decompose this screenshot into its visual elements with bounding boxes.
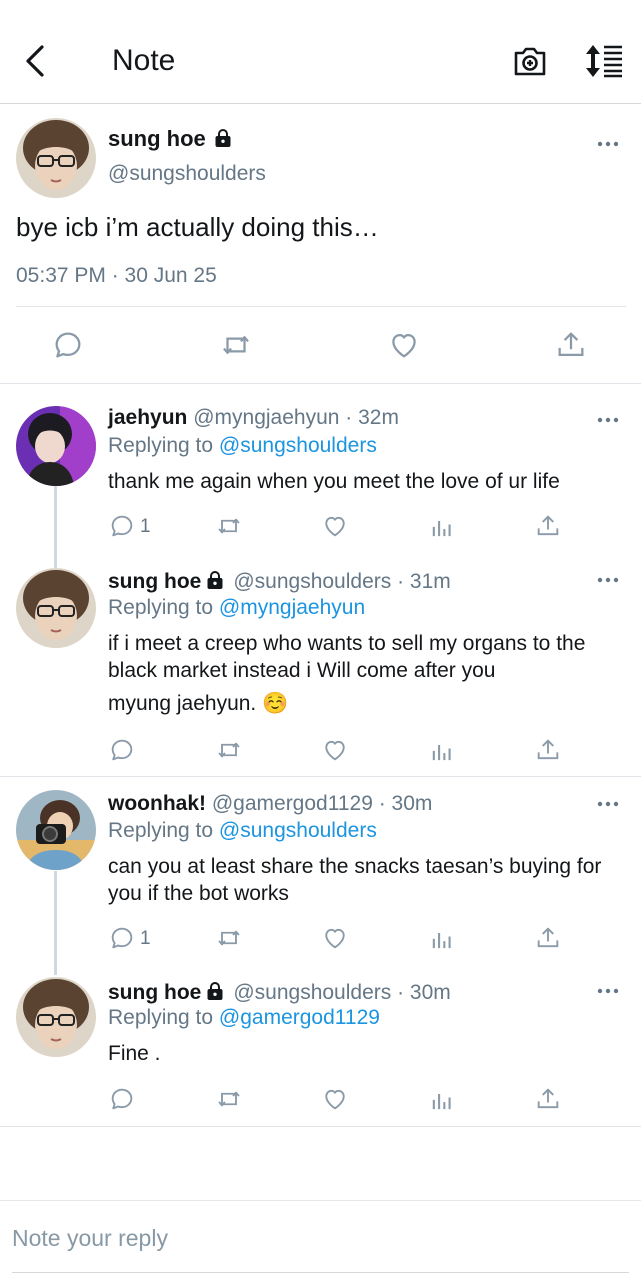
reply-input[interactable]: [12, 1218, 622, 1258]
like-icon[interactable]: [320, 924, 350, 952]
reply-count: 1: [140, 928, 151, 949]
camera-icon[interactable]: [512, 44, 548, 78]
divider: [0, 1200, 641, 1201]
reply-time: · 31m: [397, 570, 451, 593]
lock-icon: [205, 570, 225, 596]
lock-icon: [205, 981, 225, 1007]
reply-text: Fine .: [108, 1042, 161, 1065]
author-handle[interactable]: @sungshoulders: [233, 570, 391, 593]
like-icon[interactable]: [386, 328, 422, 362]
share-icon[interactable]: [533, 924, 563, 952]
stats-icon[interactable]: [427, 738, 457, 766]
mention-link[interactable]: @gamergod1129: [219, 1006, 380, 1029]
replying-to: Replying to @sungshoulders: [108, 819, 377, 843]
author-handle[interactable]: @sungshoulders: [233, 981, 391, 1004]
more-options-icon[interactable]: [597, 800, 619, 808]
input-underline: [12, 1272, 629, 1273]
renote-icon[interactable]: [218, 328, 254, 362]
reply-time: · 30m: [378, 792, 433, 815]
page-title: Note: [112, 44, 176, 77]
share-icon[interactable]: [553, 328, 589, 362]
reply-text-continued: myung jaehyun. ☺️: [108, 692, 289, 715]
reply-thread: jaehyun @myngjaehyun · 32m Replying to @…: [0, 384, 641, 776]
author-name[interactable]: sung hoe: [108, 981, 201, 1004]
more-options-icon[interactable]: [597, 576, 619, 584]
stats-icon[interactable]: [427, 514, 457, 542]
reply-text: can you at least share the snacks taesan…: [108, 855, 602, 905]
top-bar: Note: [0, 0, 641, 104]
note-text: bye icb i’m actually doing this…: [16, 212, 379, 242]
reply-count: 1: [140, 516, 151, 537]
author-name[interactable]: sung hoe: [108, 570, 201, 593]
reply-icon[interactable]: [107, 1085, 137, 1113]
share-icon[interactable]: [533, 736, 563, 764]
reply-icon[interactable]: [50, 328, 86, 362]
author-name[interactable]: woonhak!: [108, 792, 206, 815]
avatar[interactable]: [16, 977, 96, 1057]
mention-link[interactable]: @myngjaehyun: [219, 596, 365, 619]
divider: [0, 1126, 641, 1127]
chevron-left-icon[interactable]: [20, 44, 50, 78]
like-icon[interactable]: [320, 512, 350, 540]
reply-icon[interactable]: [107, 512, 137, 540]
reply-icon[interactable]: [107, 736, 137, 764]
reply-time: · 30m: [397, 981, 451, 1004]
replying-to: Replying to @myngjaehyun: [108, 596, 365, 620]
stats-icon[interactable]: [427, 926, 457, 954]
reply-header: sung hoe @sungshoulders · 30m: [108, 981, 451, 1007]
reply-text: thank me again when you meet the love of…: [108, 470, 560, 493]
mention-link[interactable]: @sungshoulders: [219, 434, 377, 457]
more-options-icon[interactable]: [597, 987, 619, 995]
thread-line: [54, 486, 57, 568]
author-name[interactable]: jaehyun: [108, 406, 187, 429]
replying-label: Replying to: [108, 819, 219, 842]
author-handle[interactable]: @gamergod1129: [212, 792, 373, 815]
reply-header: jaehyun @myngjaehyun · 32m: [108, 406, 399, 430]
reply-thread: woonhak! @gamergod1129 · 30m Replying to…: [0, 777, 641, 1126]
reply-text: if i meet a creep who wants to sell my o…: [108, 632, 586, 682]
reply-time: · 32m: [345, 406, 399, 429]
main-note: sung hoe @sungshoulders bye icb i’m actu…: [0, 106, 641, 384]
like-icon[interactable]: [320, 1085, 350, 1113]
reply-icon[interactable]: [107, 924, 137, 952]
share-icon[interactable]: [533, 512, 563, 540]
avatar[interactable]: [16, 118, 96, 198]
replying-label: Replying to: [108, 1006, 219, 1029]
reply-header: sung hoe @sungshoulders · 31m: [108, 570, 451, 596]
author-name[interactable]: sung hoe: [108, 126, 206, 152]
author-handle[interactable]: @myngjaehyun: [193, 406, 339, 429]
renote-icon[interactable]: [214, 512, 244, 540]
renote-icon[interactable]: [214, 736, 244, 764]
reply-header: woonhak! @gamergod1129 · 30m: [108, 792, 432, 816]
replying-to: Replying to @gamergod1129: [108, 1006, 380, 1030]
avatar[interactable]: [16, 568, 96, 648]
more-options-icon[interactable]: [597, 416, 619, 424]
replying-label: Replying to: [108, 434, 219, 457]
share-icon[interactable]: [533, 1085, 563, 1113]
lock-icon: [213, 128, 233, 153]
note-timestamp: 05:37 PM · 30 Jun 25: [16, 264, 217, 287]
sort-icon[interactable]: [584, 44, 624, 78]
avatar[interactable]: [16, 790, 96, 870]
avatar[interactable]: [16, 406, 96, 486]
more-options-icon[interactable]: [597, 140, 619, 148]
stats-icon[interactable]: [427, 1087, 457, 1115]
thread-line: [54, 871, 57, 975]
renote-icon[interactable]: [214, 1085, 244, 1113]
renote-icon[interactable]: [214, 924, 244, 952]
author-handle[interactable]: @sungshoulders: [108, 162, 266, 186]
replying-label: Replying to: [108, 596, 219, 619]
mention-link[interactable]: @sungshoulders: [219, 819, 377, 842]
replying-to: Replying to @sungshoulders: [108, 434, 377, 458]
like-icon[interactable]: [320, 736, 350, 764]
divider: [16, 306, 626, 307]
